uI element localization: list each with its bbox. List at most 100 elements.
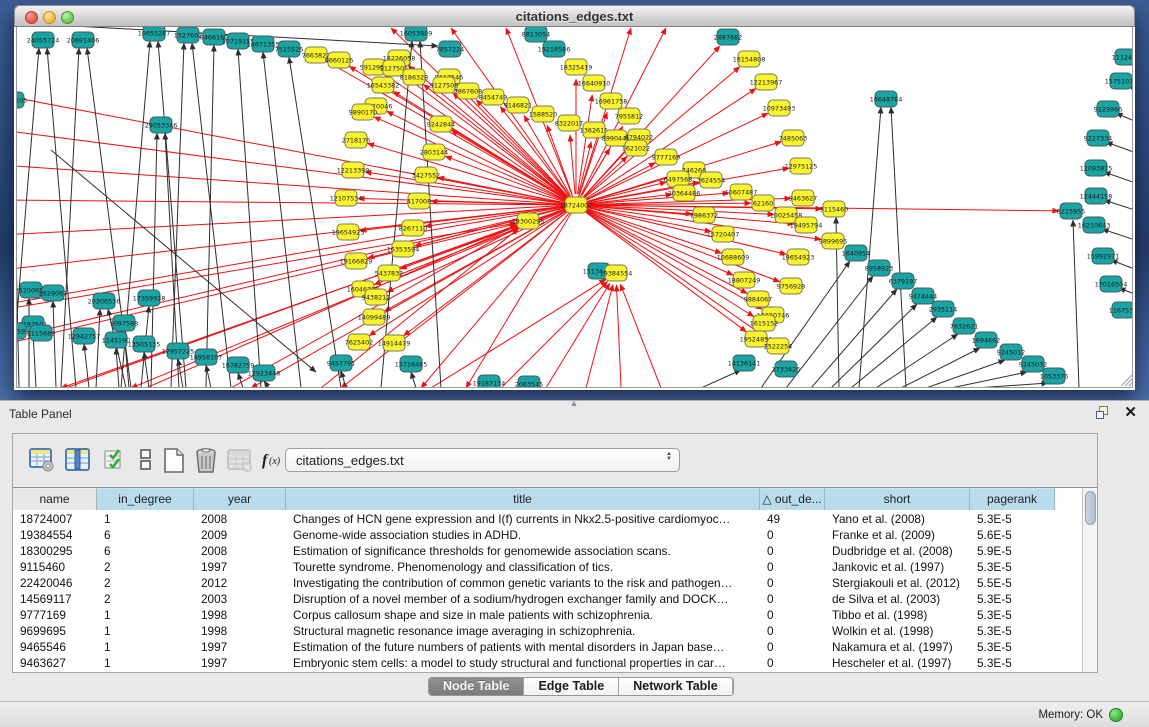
table-row[interactable]: 1872400712008Changes of HCN gene express…	[13, 511, 1082, 527]
column-header-pagerank[interactable]: pagerank	[970, 488, 1055, 510]
graph-node[interactable]: 17359928	[133, 290, 166, 306]
graph-node[interactable]: 12975125	[785, 158, 818, 174]
graph-edge[interactable]	[17, 108, 19, 388]
graph-node[interactable]: 9884067	[744, 291, 772, 307]
graph-node[interactable]: 16640910	[578, 75, 611, 91]
graph-node[interactable]: 1733426	[772, 361, 800, 377]
graph-edge[interactable]	[411, 372, 416, 388]
graph-node[interactable]: 7955812	[615, 108, 643, 124]
graph-edge[interactable]	[620, 284, 661, 388]
graph-node[interactable]: 1640954	[842, 245, 870, 261]
show-columns-icon[interactable]	[63, 443, 93, 475]
graph-edge[interactable]	[701, 370, 741, 388]
graph-node[interactable]: 10655287	[138, 27, 171, 41]
network-canvas-container[interactable]: 2405572420691406106552871527602846616010…	[16, 27, 1133, 388]
graph-node[interactable]: 2053105	[17, 92, 27, 108]
graph-edge[interactable]	[53, 301, 56, 388]
graph-node[interactable]: 3427552	[412, 167, 440, 183]
graph-edge[interactable]	[1111, 260, 1133, 275]
graph-node[interactable]: 7515526	[275, 41, 303, 57]
graph-node[interactable]: 20206536	[88, 293, 121, 309]
graph-node[interactable]: 8215955	[1057, 203, 1085, 219]
graph-node[interactable]: 19166829	[340, 253, 373, 269]
graph-node[interactable]: 20691406	[67, 32, 100, 48]
graph-node[interactable]: 3624554	[697, 172, 725, 188]
graph-node[interactable]: 19654923	[782, 249, 815, 265]
graph-edge[interactable]	[617, 285, 621, 388]
graph-node[interactable]: 39159	[17, 323, 26, 339]
graph-node[interactable]: 16961758	[595, 93, 628, 109]
graph-node[interactable]: 12213967	[750, 74, 783, 90]
column-header-name[interactable]: name	[13, 488, 97, 510]
graph-edge[interactable]	[1106, 142, 1133, 158]
graph-node[interactable]: 24055724	[27, 32, 60, 48]
graph-node[interactable]: 1527602	[174, 27, 202, 43]
graph-node[interactable]: 10688609	[717, 249, 750, 265]
graph-node[interactable]: 2522254	[764, 338, 792, 354]
graph-node[interactable]: 19187134	[473, 375, 506, 388]
delete-column-icon[interactable]	[191, 443, 221, 475]
graph-node[interactable]: 18325419	[560, 59, 593, 75]
table-row[interactable]: 977716911998Corpus callosum shape and si…	[13, 607, 1082, 623]
graph-node[interactable]: 7625402	[345, 334, 373, 350]
graph-node[interactable]: 9115460	[820, 201, 848, 217]
column-header-in_degree[interactable]: in_degree	[97, 488, 194, 510]
column-header-short[interactable]: short	[825, 488, 970, 510]
graph-edge[interactable]	[1102, 229, 1133, 245]
graph-node[interactable]: 1053376	[1040, 368, 1068, 384]
graph-edge[interactable]	[17, 130, 576, 205]
graph-node[interactable]: 8958923	[865, 260, 893, 276]
graph-node[interactable]: 62160	[752, 195, 774, 211]
table-row[interactable]: 2242004622012Investigating the contribut…	[13, 575, 1082, 591]
graph-node[interactable]: 2935114	[929, 301, 957, 317]
table-row[interactable]: 1938455462009Genome-wide association stu…	[13, 527, 1082, 543]
graph-edge[interactable]	[206, 45, 214, 388]
table-row[interactable]: 946554611997Estimation of the future num…	[13, 639, 1082, 655]
graph-edge[interactable]	[1073, 220, 1079, 388]
column-header-year[interactable]: year	[194, 488, 286, 510]
graph-node[interactable]: 19654925	[332, 224, 365, 240]
graph-node[interactable]: 9242844	[427, 116, 455, 132]
graph-node[interactable]: 9660126	[325, 52, 353, 68]
graph-node[interactable]: 9245012	[997, 344, 1025, 360]
graph-node[interactable]: 16154808	[733, 51, 766, 67]
panel-resize-handle[interactable]: ▲	[566, 400, 582, 408]
delete-table-icon[interactable]	[225, 443, 255, 475]
table-row[interactable]: 946362711997Embryonic stem cells: a mode…	[13, 655, 1082, 671]
graph-node[interactable]: 9245032	[1019, 356, 1047, 372]
table-select-dropdown[interactable]: citations_edges.txt ▲▼	[285, 448, 680, 472]
graph-edge[interactable]	[1104, 200, 1133, 215]
graph-edge[interactable]	[17, 224, 516, 345]
graph-node[interactable]: 9777169	[652, 149, 680, 165]
graph-node[interactable]: 6379197	[889, 273, 917, 289]
graph-node[interactable]: 9474444	[909, 288, 937, 304]
new-column-icon[interactable]	[159, 443, 189, 475]
graph-node[interactable]: 19218586	[538, 41, 571, 57]
graph-edge[interactable]	[264, 381, 269, 388]
graph-edge[interactable]	[901, 348, 980, 388]
table-row[interactable]: 911546021997Tourette syndrome. Phenomeno…	[13, 559, 1082, 575]
table-options-icon[interactable]	[27, 443, 57, 475]
graph-edge[interactable]	[976, 383, 1048, 388]
graph-node[interactable]: 417008	[407, 193, 431, 209]
graph-node[interactable]: 9463627	[789, 190, 817, 206]
graph-node[interactable]: 14099489	[358, 309, 391, 325]
graph-node[interactable]: 1145190	[102, 332, 130, 348]
graph-node[interactable]: 8813054	[522, 27, 550, 42]
column-checklist-icon[interactable]	[101, 443, 131, 475]
graph-edge[interactable]	[570, 135, 575, 194]
graph-node[interactable]: 7485063	[779, 130, 807, 146]
column-header-title[interactable]: title	[286, 488, 760, 510]
graph-edge[interactable]	[466, 205, 576, 388]
network-view-window[interactable]: citations_edges.txt 24055724206914061065…	[14, 5, 1135, 390]
tab-edge-table[interactable]: Edge Table	[524, 678, 619, 695]
graph-node[interactable]: 2629067	[39, 285, 67, 301]
graph-node[interactable]: 8186328	[400, 69, 428, 85]
graph-node[interactable]: 2803144	[420, 144, 448, 160]
tab-network-table[interactable]: Network Table	[619, 678, 733, 695]
graph-node[interactable]: 13505135	[128, 336, 161, 352]
table-row[interactable]: 969969511998Structural magnetic resonanc…	[13, 623, 1082, 639]
column-header-out_de[interactable]: △ out_de...	[760, 488, 825, 510]
graph-node[interactable]: 9457791	[327, 355, 355, 371]
graph-edge[interactable]	[1104, 172, 1133, 188]
